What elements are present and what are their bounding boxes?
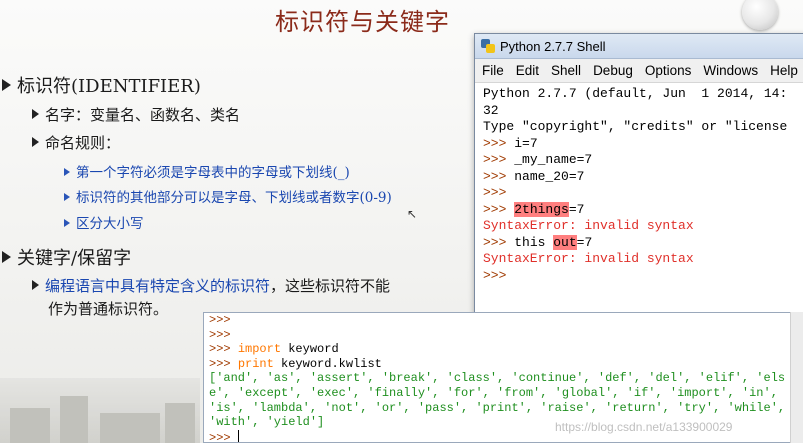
bullet-rules: 命名规则： xyxy=(32,132,120,153)
keyword-desc-c: 作为普通标识符。 xyxy=(48,300,169,318)
console-line: >>> import keyword xyxy=(209,342,802,357)
bullet-rule-3: 区分大小写 xyxy=(64,212,144,232)
shell-line: >>> xyxy=(483,185,803,202)
menu-bar: File Edit Shell Debug Options Windows He… xyxy=(475,59,803,83)
shell-command: =7 xyxy=(568,201,585,217)
menu-shell[interactable]: Shell xyxy=(544,63,586,78)
campus-photo xyxy=(0,378,200,443)
shell-command: =7 xyxy=(576,234,593,250)
keyword-heading: 关键字/保留字 xyxy=(17,248,132,269)
shell-output[interactable]: Python 2.7.7 (default, Jun 1 2014, 14: 32… xyxy=(475,83,803,284)
bullet-arrow-icon xyxy=(32,109,39,119)
prompt: >>> xyxy=(483,267,515,283)
prompt: >>> xyxy=(483,185,515,200)
menu-help[interactable]: Help xyxy=(763,63,803,78)
kwlist-output-line: e', 'except', 'exec', 'finally', 'for', … xyxy=(209,385,778,400)
menu-options[interactable]: Options xyxy=(638,63,697,78)
prompt: >>> xyxy=(209,342,238,357)
bullet-arrow-icon xyxy=(2,251,11,263)
bullet-keyword: 关键字/保留字 xyxy=(2,244,131,270)
print-keyword: print xyxy=(237,356,274,371)
prompt: >>> xyxy=(483,135,515,151)
rules-heading: 命名规则： xyxy=(45,134,121,152)
python-shell-window[interactable]: Python 2.7.7 Shell File Edit Shell Debug… xyxy=(474,33,803,325)
shell-line: >>> this out=7 xyxy=(483,234,803,252)
bullet-arrow-icon xyxy=(64,168,70,176)
console-line: >>> print keyword.kwlist xyxy=(209,357,802,372)
keyword-desc-b: ，这些标识符不能 xyxy=(270,277,391,295)
shell-line: >>> i=7 xyxy=(483,136,803,153)
text-cursor xyxy=(237,429,239,442)
syntax-error-line: SyntaxError: invalid syntax xyxy=(483,218,694,233)
bullet-keyword-desc: 编程语言中具有特定含义的标识符，这些标识符不能 xyxy=(32,275,390,296)
window-titlebar[interactable]: Python 2.7.7 Shell xyxy=(475,34,803,59)
banner-line-1: Python 2.7.7 (default, Jun 1 2014, 14: xyxy=(483,86,788,101)
prompt: >>> xyxy=(209,313,238,327)
syntax-error-line: SyntaxError: invalid syntax xyxy=(483,251,694,266)
name-line-text: 名字：变量名、函数名、类名 xyxy=(45,106,241,124)
console-line: >>> xyxy=(209,313,802,328)
prompt: >>> xyxy=(209,430,238,443)
shell-command: this xyxy=(514,234,554,250)
menu-edit[interactable]: Edit xyxy=(509,63,544,78)
menu-debug[interactable]: Debug xyxy=(586,63,638,78)
watermark: https://blog.csdn.net/a133900029 xyxy=(555,420,733,434)
identifier-heading: 标识符(IDENTIFIER) xyxy=(17,76,201,97)
kwlist-output-line: ['and', 'as', 'assert', 'break', 'class'… xyxy=(209,371,786,386)
menu-file[interactable]: File xyxy=(475,63,509,78)
shell-command: _my_name=7 xyxy=(514,152,593,167)
prompt: >>> xyxy=(209,356,238,371)
banner-line-3: Type "copyright", "credits" or "license xyxy=(483,119,788,134)
shell-line: >>> xyxy=(483,268,803,285)
python-logo-icon xyxy=(481,39,495,53)
shell-line: >>> name_20=7 xyxy=(483,169,803,186)
bullet-arrow-icon xyxy=(64,219,70,227)
bullet-identifier: 标识符(IDENTIFIER) xyxy=(2,72,201,98)
menu-windows[interactable]: Windows xyxy=(696,63,763,78)
prompt: >>> xyxy=(483,168,515,184)
error-highlight: out xyxy=(553,234,577,250)
prompt: >>> xyxy=(483,152,515,167)
import-keyword: import xyxy=(237,342,282,357)
window-title: Python 2.7.7 Shell xyxy=(500,38,606,54)
mouse-pointer-icon: ↖ xyxy=(407,207,418,221)
shell-command: i=7 xyxy=(514,135,538,151)
bullet-arrow-icon xyxy=(2,79,11,91)
bullet-arrow-icon xyxy=(32,137,39,147)
console-scrollbar[interactable] xyxy=(790,312,803,443)
bullet-rule-2: 标识符的其他部分可以是字母、下划线或者数字(0-9) xyxy=(64,186,392,206)
slide-title: 标识符与关键字 xyxy=(275,8,450,36)
bullet-arrow-icon xyxy=(64,193,70,201)
prompt: >>> xyxy=(483,201,515,217)
shell-line: >>> 2things=7 xyxy=(483,201,803,219)
rule-1-text: 第一个字符必须是字母表中的字母或下划线(_) xyxy=(76,165,350,181)
banner-line-2: 32 xyxy=(483,102,499,118)
import-module: keyword xyxy=(281,342,339,357)
prompt: >>> xyxy=(209,327,238,342)
bullet-rule-1: 第一个字符必须是字母表中的字母或下划线(_) xyxy=(64,161,350,181)
shell-line: >>> _my_name=7 xyxy=(483,152,803,169)
kwlist-output-line: 'is', 'lambda', 'not', 'or', 'pass', 'pr… xyxy=(209,400,786,415)
console-line: >>> xyxy=(209,328,802,343)
prompt: >>> xyxy=(483,234,515,250)
shell-command: name_20=7 xyxy=(514,168,585,184)
rule-2-text: 标识符的其他部分可以是字母、下划线或者数字(0-9) xyxy=(76,190,392,206)
keyword-desc-a: 编程语言中具有特定含义的标识符 xyxy=(45,277,271,295)
print-expression: keyword.kwlist xyxy=(273,356,382,371)
bullet-name-line: 名字：变量名、函数名、类名 xyxy=(32,104,240,125)
error-highlight: 2things xyxy=(514,201,569,217)
bullet-arrow-icon xyxy=(32,280,39,290)
rule-3-text: 区分大小写 xyxy=(76,216,144,232)
